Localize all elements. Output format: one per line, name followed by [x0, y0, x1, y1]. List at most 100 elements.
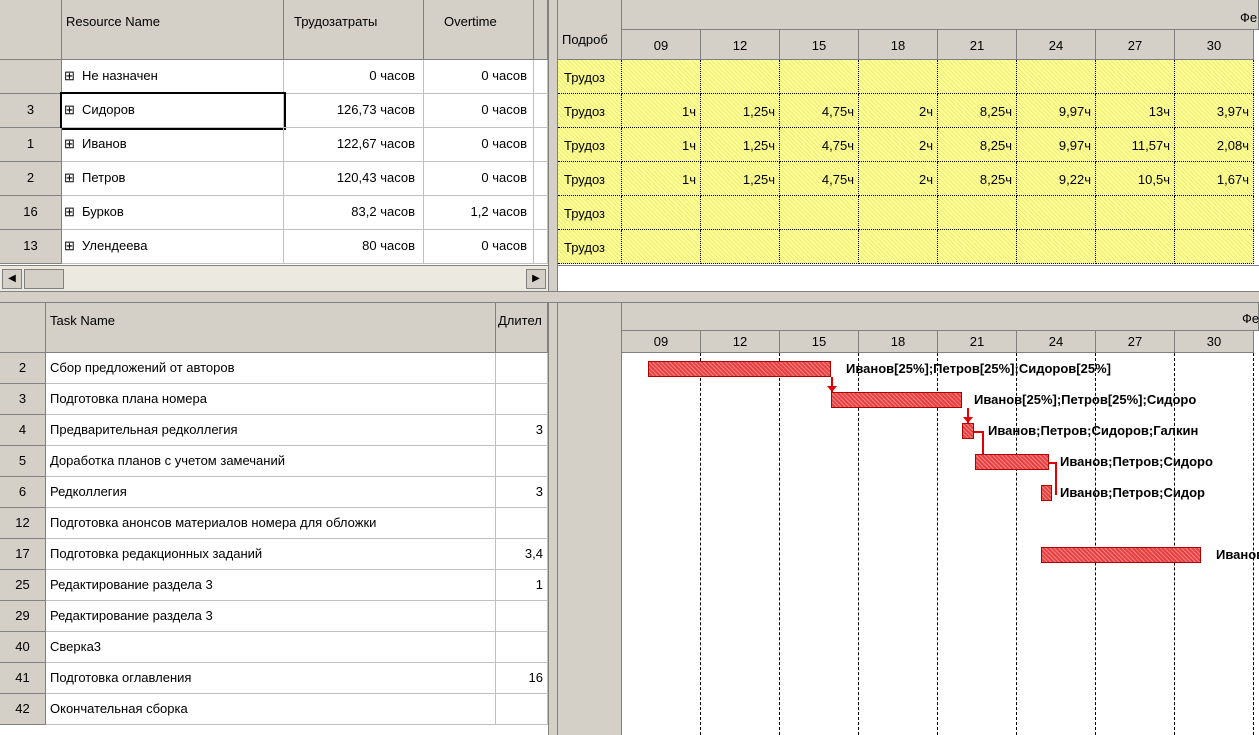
- usage-work-cell[interactable]: 2ч: [859, 94, 938, 128]
- usage-work-cell[interactable]: 8,25ч: [938, 94, 1017, 128]
- task-row-id[interactable]: 12: [0, 508, 46, 539]
- usage-row-label[interactable]: Трудоз: [558, 162, 622, 196]
- resource-work-cell[interactable]: 122,67 часов: [284, 128, 424, 162]
- usage-work-cell[interactable]: [938, 60, 1017, 94]
- resource-row-id[interactable]: 16: [0, 196, 62, 230]
- gantt-date-header[interactable]: 09: [622, 331, 701, 353]
- resource-work-cell[interactable]: 80 часов: [284, 230, 424, 264]
- usage-row-label[interactable]: Трудоз: [558, 230, 622, 264]
- expand-icon[interactable]: ⊞: [64, 102, 75, 118]
- usage-work-cell[interactable]: [859, 230, 938, 264]
- usage-work-cell[interactable]: 4,75ч: [780, 94, 859, 128]
- usage-work-cell[interactable]: [938, 196, 1017, 230]
- usage-work-cell[interactable]: [780, 60, 859, 94]
- task-duration-cell[interactable]: 3,4: [496, 539, 548, 570]
- usage-date-header[interactable]: 30: [1175, 30, 1254, 60]
- usage-date-header[interactable]: 15: [780, 30, 859, 60]
- usage-row-label[interactable]: Трудоз: [558, 94, 622, 128]
- task-table-corner[interactable]: [0, 303, 46, 353]
- task-name-cell[interactable]: Редактирование раздела 3: [46, 601, 496, 632]
- expand-icon[interactable]: ⊞: [64, 238, 75, 254]
- scroll-right-button[interactable]: ▶: [526, 269, 546, 289]
- gantt-timescale-top[interactable]: Фе: [622, 303, 1259, 331]
- usage-date-header[interactable]: 21: [938, 30, 1017, 60]
- usage-work-cell[interactable]: [622, 60, 701, 94]
- scroll-left-button[interactable]: ◀: [2, 269, 22, 289]
- gantt-date-header[interactable]: 12: [701, 331, 780, 353]
- expand-icon[interactable]: ⊞: [64, 204, 75, 220]
- usage-row-label[interactable]: Трудоз: [558, 60, 622, 94]
- usage-work-cell[interactable]: 2ч: [859, 128, 938, 162]
- usage-work-cell[interactable]: [701, 230, 780, 264]
- resource-overtime-cell[interactable]: 0 часов: [424, 162, 534, 196]
- gantt-date-header[interactable]: 15: [780, 331, 859, 353]
- usage-work-cell[interactable]: 1ч: [622, 162, 701, 196]
- usage-work-cell[interactable]: [622, 230, 701, 264]
- usage-work-cell[interactable]: 8,25ч: [938, 128, 1017, 162]
- resource-name-header[interactable]: Resource Name: [62, 0, 284, 60]
- task-name-cell[interactable]: Редактирование раздела 3: [46, 570, 496, 601]
- resource-overtime-cell[interactable]: 0 часов: [424, 94, 534, 128]
- task-duration-cell[interactable]: [496, 446, 548, 477]
- gantt-body[interactable]: Иванов[25%];Петров[25%];Сидоров[25%] Иван…: [622, 353, 1259, 735]
- resource-row-id[interactable]: 2: [0, 162, 62, 196]
- expand-icon[interactable]: ⊞: [64, 136, 75, 152]
- task-duration-cell[interactable]: 1: [496, 570, 548, 601]
- resource-work-cell[interactable]: 0 часов: [284, 60, 424, 94]
- gantt-task-bar[interactable]: [1041, 547, 1201, 563]
- usage-date-header[interactable]: 12: [701, 30, 780, 60]
- resource-work-cell[interactable]: 83,2 часов: [284, 196, 424, 230]
- gantt-date-header[interactable]: 24: [1017, 331, 1096, 353]
- task-duration-cell[interactable]: [496, 384, 548, 415]
- vertical-splitter[interactable]: [548, 0, 558, 735]
- usage-work-cell[interactable]: [1096, 60, 1175, 94]
- resource-name-cell[interactable]: ⊞ Петров: [62, 162, 284, 196]
- gantt-task-bar[interactable]: [831, 392, 962, 408]
- resource-row-id[interactable]: 13: [0, 230, 62, 264]
- usage-work-cell[interactable]: 1,67ч: [1175, 162, 1254, 196]
- task-row-id[interactable]: 29: [0, 601, 46, 632]
- gantt-task-bar[interactable]: [648, 361, 831, 377]
- overtime-header[interactable]: Overtime: [424, 0, 534, 60]
- resource-overtime-cell[interactable]: 0 часов: [424, 230, 534, 264]
- gantt-date-header[interactable]: 27: [1096, 331, 1175, 353]
- task-row-id[interactable]: 40: [0, 632, 46, 663]
- gantt-task-bar[interactable]: [962, 423, 974, 439]
- gantt-date-header[interactable]: 30: [1175, 331, 1254, 353]
- usage-work-cell[interactable]: [1096, 196, 1175, 230]
- task-row-id[interactable]: 42: [0, 694, 46, 725]
- usage-work-cell[interactable]: [1175, 230, 1254, 264]
- usage-work-cell[interactable]: 10,5ч: [1096, 162, 1175, 196]
- usage-work-cell[interactable]: 1,25ч: [701, 94, 780, 128]
- usage-work-cell[interactable]: 4,75ч: [780, 162, 859, 196]
- usage-work-cell[interactable]: [701, 60, 780, 94]
- usage-row-label[interactable]: Трудоз: [558, 128, 622, 162]
- usage-work-cell[interactable]: [859, 196, 938, 230]
- task-row-id[interactable]: 4: [0, 415, 46, 446]
- resource-table-corner[interactable]: [0, 0, 62, 60]
- task-duration-cell[interactable]: [496, 353, 548, 384]
- resource-hscrollbar[interactable]: ◀ ▶: [0, 265, 548, 291]
- expand-icon[interactable]: ⊞: [64, 68, 75, 84]
- task-name-cell[interactable]: Подготовка анонсов материалов номера для…: [46, 508, 496, 539]
- usage-date-header[interactable]: 27: [1096, 30, 1175, 60]
- work-header[interactable]: Трудозатраты: [284, 0, 424, 60]
- usage-work-cell[interactable]: 4,75ч: [780, 128, 859, 162]
- usage-work-cell[interactable]: [1017, 230, 1096, 264]
- resource-row-id[interactable]: 3: [0, 94, 62, 128]
- task-duration-cell[interactable]: 3: [496, 477, 548, 508]
- usage-work-cell[interactable]: [1175, 196, 1254, 230]
- resource-overtime-cell[interactable]: 0 часов: [424, 60, 534, 94]
- task-name-cell[interactable]: Подготовка редакционных заданий: [46, 539, 496, 570]
- task-row-id[interactable]: 17: [0, 539, 46, 570]
- resource-work-cell[interactable]: 120,43 часов: [284, 162, 424, 196]
- details-header[interactable]: Подроб: [558, 0, 622, 60]
- task-name-cell[interactable]: Подготовка плана номера: [46, 384, 496, 415]
- usage-row-label[interactable]: Трудоз: [558, 196, 622, 230]
- usage-work-cell[interactable]: [1017, 196, 1096, 230]
- usage-work-cell[interactable]: 13ч: [1096, 94, 1175, 128]
- usage-work-cell[interactable]: [622, 196, 701, 230]
- task-name-cell[interactable]: Окончательная сборка: [46, 694, 496, 725]
- usage-work-cell[interactable]: 9,97ч: [1017, 128, 1096, 162]
- resource-name-cell[interactable]: ⊞ Улендеева: [62, 230, 284, 264]
